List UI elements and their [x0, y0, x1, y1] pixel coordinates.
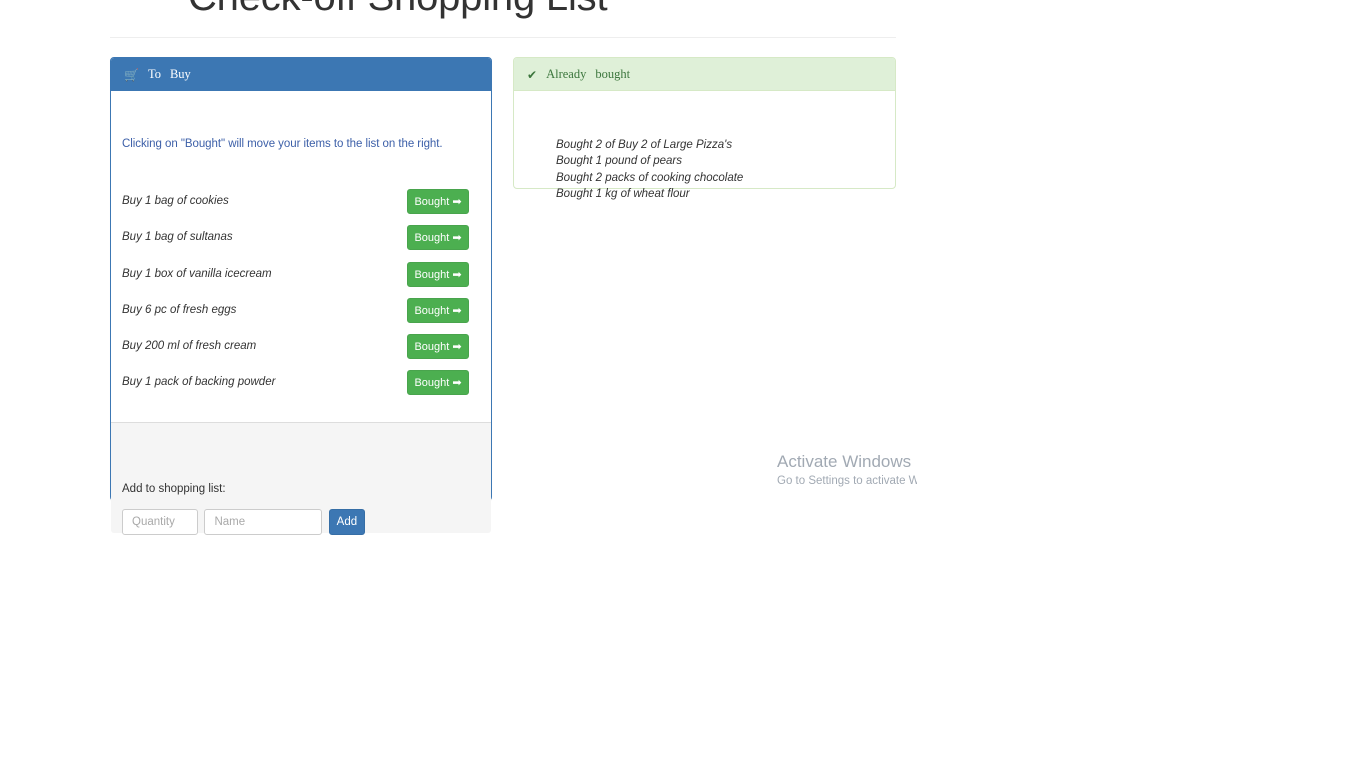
already-bought-heading-word-1: Already	[546, 67, 587, 81]
to-buy-row: Buy 1 box of vanilla icecream Bought ➡	[111, 261, 491, 298]
add-to-shopping-list-label: Add to shopping list:	[122, 483, 226, 495]
to-buy-row: Buy 1 bag of cookies Bought ➡	[111, 189, 491, 225]
already-bought-item: Bought 1 pound of pears	[556, 155, 682, 168]
to-buy-item-list: Buy 1 bag of cookies Bought ➡ Buy 1 bag of …	[111, 189, 491, 407]
bought-button[interactable]: Bought ➡	[407, 334, 469, 360]
bought-button[interactable]: Bought ➡	[407, 261, 469, 287]
watermark-title: Activate Windows	[777, 452, 912, 471]
to-buy-item-label: Buy 1 bag of cookies	[122, 195, 229, 207]
windows-activation-watermark: Activate Windows Go to Settings to activ…	[777, 450, 917, 489]
to-buy-row: Buy 1 bag of sultanas Bought ➡	[111, 225, 491, 261]
already-bought-item-list: Bought 2 of Buy 2 of Large Pizza's Bought…	[556, 137, 743, 203]
to-buy-heading-word-1: To	[147, 67, 161, 81]
bought-button[interactable]: Bought ➡	[407, 189, 469, 214]
already-bought-item: Bought 1 kg of wheat flour	[556, 188, 690, 201]
bought-button[interactable]: Bought ➡	[407, 370, 469, 396]
bought-button[interactable]: Bought ➡	[407, 225, 469, 251]
to-buy-panel: 🛒 To Buy Clicking on "Bought" will move yo…	[110, 57, 492, 535]
arrow-right-icon: ➡	[452, 195, 462, 208]
to-buy-row: Buy 1 pack of backing powder Bought ➡	[111, 370, 491, 406]
arrow-right-icon: ➡	[452, 376, 462, 390]
bought-button-label: Bought	[414, 268, 450, 281]
already-bought-item: Bought 2 packs of cooking chocolate	[556, 171, 744, 184]
to-buy-panel-heading: 🛒 To Buy	[111, 58, 491, 91]
arrow-right-icon: ➡	[452, 340, 462, 354]
to-buy-item-label: Buy 1 bag of sultanas	[122, 231, 233, 244]
title-divider	[110, 37, 896, 38]
bought-button-label: Bought	[414, 196, 450, 208]
arrow-right-icon: ➡	[452, 267, 462, 281]
page-header: Check-off Shopping List	[110, 0, 896, 20]
add-item-form: Add	[122, 509, 365, 535]
watermark-subtitle: Go to Settings to activate Wi	[777, 475, 917, 487]
already-bought-panel-heading: ✔ Already bought	[514, 58, 895, 91]
page-title: Check-off Shopping List	[110, 0, 896, 20]
bought-button-label: Bought	[414, 304, 450, 317]
to-buy-item-label: Buy 1 pack of backing powder	[122, 376, 276, 389]
bought-button-label: Bought	[414, 377, 450, 390]
shopping-cart-icon: 🛒	[124, 68, 139, 82]
check-mark-icon: ✔	[527, 68, 538, 82]
to-buy-row: Buy 6 pc of fresh eggs Bought ➡	[111, 297, 491, 334]
to-buy-item-label: Buy 6 pc of fresh eggs	[122, 303, 237, 316]
arrow-right-icon: ➡	[452, 231, 462, 245]
bought-instruction-note: Clicking on "Bought" will move your item…	[122, 138, 443, 150]
bought-button-label: Bought	[414, 232, 450, 245]
to-buy-row: Buy 200 ml of fresh cream Bought ➡	[111, 334, 491, 370]
to-buy-item-label: Buy 200 ml of fresh cream	[122, 340, 257, 353]
quantity-input[interactable]	[122, 509, 198, 535]
bought-button[interactable]: Bought ➡	[407, 297, 469, 323]
add-item-footer: Add to shopping list: Add	[111, 423, 491, 535]
add-button[interactable]: Add	[328, 509, 365, 535]
to-buy-item-label: Buy 1 box of vanilla icecream	[122, 267, 272, 280]
arrow-right-icon: ➡	[452, 303, 462, 317]
name-input[interactable]	[204, 509, 323, 535]
already-bought-heading-word-2: bought	[595, 67, 631, 81]
already-bought-panel: ✔ Already bought Bought 2 of Buy 2 of Larg…	[513, 57, 896, 200]
page-root: Check-off Shopping List 🛒 To Buy Clicking …	[0, 0, 1366, 768]
to-buy-heading-word-2: Buy	[169, 67, 191, 81]
bought-button-label: Bought	[414, 341, 450, 354]
already-bought-item: Bought 2 of Buy 2 of Large Pizza's	[556, 139, 733, 151]
